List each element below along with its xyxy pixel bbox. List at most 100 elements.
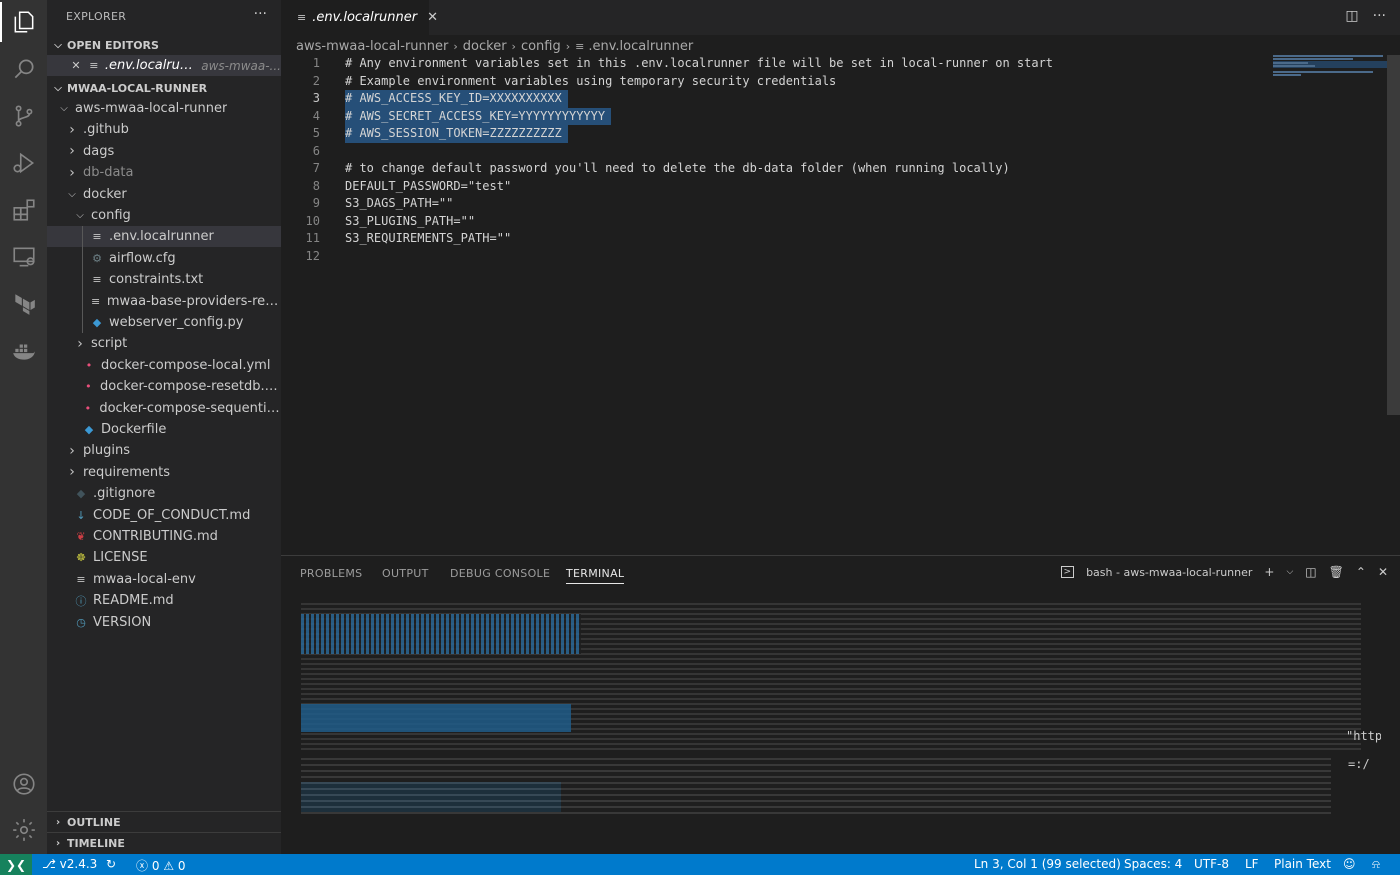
code-text: DEFAULT_PASSWORD="test"	[345, 178, 512, 193]
tree-file[interactable]: ↓ CODE_OF_CONDUCT.md	[47, 505, 281, 526]
tree-folder[interactable]: › db-data	[47, 162, 281, 183]
tree-file[interactable]: ⓘ README.md	[47, 590, 281, 611]
outline-header[interactable]: › OUTLINE	[47, 811, 281, 833]
tree-folder[interactable]: ⌵ docker	[47, 184, 281, 205]
tree-file[interactable]: ❦ CONTRIBUTING.md	[47, 526, 281, 547]
code-line[interactable]: 10 S3_PLUGINS_PATH=""	[281, 213, 1271, 231]
tree-item-label: plugins	[83, 443, 130, 459]
terminal-output[interactable]: "http =:/	[301, 594, 1381, 852]
tree-file[interactable]: • docker-compose-resetdb.yml	[47, 376, 281, 397]
code-editor[interactable]: 1 # Any environment variables set in this…	[281, 55, 1271, 265]
maximize-panel-icon[interactable]: ⌃	[1356, 565, 1366, 579]
breadcrumb-item[interactable]: config	[521, 39, 561, 54]
tree-item-label: docker	[83, 186, 127, 202]
breadcrumb-item[interactable]: aws-mwaa-local-runner	[296, 39, 448, 54]
split-editor-icon[interactable]: ◫	[1345, 8, 1358, 24]
tree-file[interactable]: • docker-compose-local.yml	[47, 355, 281, 376]
terminal-selector[interactable]: bash - aws-mwaa-local-runner	[1086, 566, 1252, 579]
extensions-icon[interactable]	[0, 190, 47, 230]
language-mode[interactable]: Plain Text	[1274, 857, 1331, 871]
line-number: 9	[312, 196, 320, 210]
tree-file[interactable]: ◆ .gitignore	[47, 483, 281, 504]
file-type-icon: •	[84, 401, 92, 415]
account-icon[interactable]	[0, 764, 47, 804]
indentation[interactable]: Spaces: 4	[1124, 857, 1182, 871]
close-panel-icon[interactable]: ✕	[1378, 565, 1388, 579]
source-control-icon[interactable]	[0, 96, 47, 136]
code-line[interactable]: 12	[281, 248, 1271, 266]
remote-explorer-icon[interactable]	[0, 237, 47, 277]
terraform-icon[interactable]	[0, 284, 47, 324]
tab-terminal[interactable]: TERMINAL	[566, 567, 625, 584]
trash-icon[interactable]: 🗑	[1329, 565, 1344, 579]
code-text: # AWS_ACCESS_KEY_ID=XXXXXXXXXX	[345, 90, 568, 108]
code-line[interactable]: 7 # to change default password you'll nee…	[281, 160, 1271, 178]
chevron-right-icon: ›	[511, 39, 516, 53]
tree-folder[interactable]: › script	[47, 333, 281, 354]
tree-item-label: CONTRIBUTING.md	[93, 529, 218, 544]
notifications-bell-icon[interactable]: ⍾	[1372, 857, 1380, 872]
minimap-line	[1273, 62, 1308, 64]
tree-folder[interactable]: ⌵ config	[47, 205, 281, 226]
breadcrumb: aws-mwaa-local-runner › docker › config …	[296, 37, 693, 55]
code-line[interactable]: 8 DEFAULT_PASSWORD="test"	[281, 178, 1271, 196]
file-type-icon: ◆	[84, 423, 94, 436]
tree-folder[interactable]: ⌵ aws-mwaa-local-runner	[47, 98, 281, 119]
warning-icon: ⚠	[163, 859, 175, 873]
tree-folder[interactable]: › dags	[47, 141, 281, 162]
tree-folder[interactable]: › plugins	[47, 440, 281, 461]
cursor-position[interactable]: Ln 3, Col 1 (99 selected)	[974, 857, 1121, 871]
docker-icon[interactable]	[0, 331, 47, 371]
tab-env-localrunner[interactable]: ≡ .env.localrunner ✕	[281, 0, 438, 35]
tab-debug-console[interactable]: DEBUG CONSOLE	[450, 567, 550, 580]
open-editors-header[interactable]: ⌵ OPEN EDITORS	[47, 34, 281, 56]
chevron-down-icon[interactable]: ⌵	[1286, 567, 1293, 577]
code-line[interactable]: 4 # AWS_SECRET_ACCESS_KEY=YYYYYYYYYYYY	[281, 107, 1271, 125]
file-type-icon: ≡	[90, 294, 101, 308]
code-line[interactable]: 9 S3_DAGS_PATH=""	[281, 195, 1271, 213]
explorer-icon[interactable]	[0, 2, 47, 42]
more-actions-icon[interactable]: ···	[254, 6, 267, 22]
sync-icon[interactable]: ↻	[106, 857, 116, 871]
file-type-icon: ⚙	[92, 251, 102, 265]
tree-file[interactable]: ◷ VERSION	[47, 612, 281, 633]
tab-output[interactable]: OUTPUT	[382, 567, 429, 580]
split-terminal-icon[interactable]: ◫	[1305, 565, 1316, 579]
open-editor-item[interactable]: ✕ ≡ .env.localrunner aws-mwaa-...	[47, 55, 281, 76]
workspace-header[interactable]: ⌵ MWAA-LOCAL-RUNNER	[47, 77, 281, 99]
git-branch-icon: ⎇	[42, 857, 56, 871]
tree-file[interactable]: ☸ LICENSE	[47, 547, 281, 568]
minimap[interactable]	[1273, 55, 1387, 85]
code-line[interactable]: 5 # AWS_SESSION_TOKEN=ZZZZZZZZZZ	[281, 125, 1271, 143]
settings-gear-icon[interactable]	[0, 810, 47, 850]
breadcrumb-item[interactable]: docker	[463, 39, 507, 54]
code-line[interactable]: 11 S3_REQUIREMENTS_PATH=""	[281, 230, 1271, 248]
remote-indicator-icon[interactable]: ❯❮	[0, 854, 32, 875]
file-type-icon: ☸	[76, 551, 86, 565]
run-debug-icon[interactable]	[0, 143, 47, 183]
branch-indicator[interactable]: ⎇ v2.4.3	[42, 857, 97, 871]
feedback-icon[interactable]: ☺	[1343, 857, 1356, 871]
tree-file[interactable]: ◆ Dockerfile	[47, 419, 281, 440]
editor-scrollbar[interactable]	[1387, 55, 1400, 415]
timeline-header[interactable]: › TIMELINE	[47, 832, 281, 854]
tree-folder[interactable]: › requirements	[47, 462, 281, 483]
encoding[interactable]: UTF-8	[1194, 857, 1229, 871]
search-icon[interactable]	[0, 49, 47, 89]
code-line[interactable]: 6	[281, 143, 1271, 161]
close-tab-icon[interactable]: ✕	[427, 10, 438, 25]
tree-file[interactable]: • docker-compose-sequential....	[47, 398, 281, 419]
close-icon[interactable]: ✕	[69, 59, 83, 72]
more-actions-icon[interactable]: ···	[1373, 8, 1386, 24]
problems-indicator[interactable]: ⓧ 0 ⚠ 0	[136, 857, 186, 874]
end-of-line[interactable]: LF	[1245, 857, 1259, 871]
new-terminal-icon[interactable]: +	[1264, 565, 1274, 579]
code-line[interactable]: 1 # Any environment variables set in this…	[281, 55, 1271, 73]
tree-folder[interactable]: › .github	[47, 119, 281, 140]
code-line[interactable]: 3 # AWS_ACCESS_KEY_ID=XXXXXXXXXX	[281, 90, 1271, 108]
breadcrumb-item[interactable]: .env.localrunner	[588, 39, 693, 54]
tree-file[interactable]: ≡ mwaa-local-env	[47, 569, 281, 590]
terminal-fragment: "http	[1346, 729, 1381, 743]
tab-problems[interactable]: PROBLEMS	[300, 567, 362, 580]
code-line[interactable]: 2 # Example environment variables using t…	[281, 73, 1271, 91]
